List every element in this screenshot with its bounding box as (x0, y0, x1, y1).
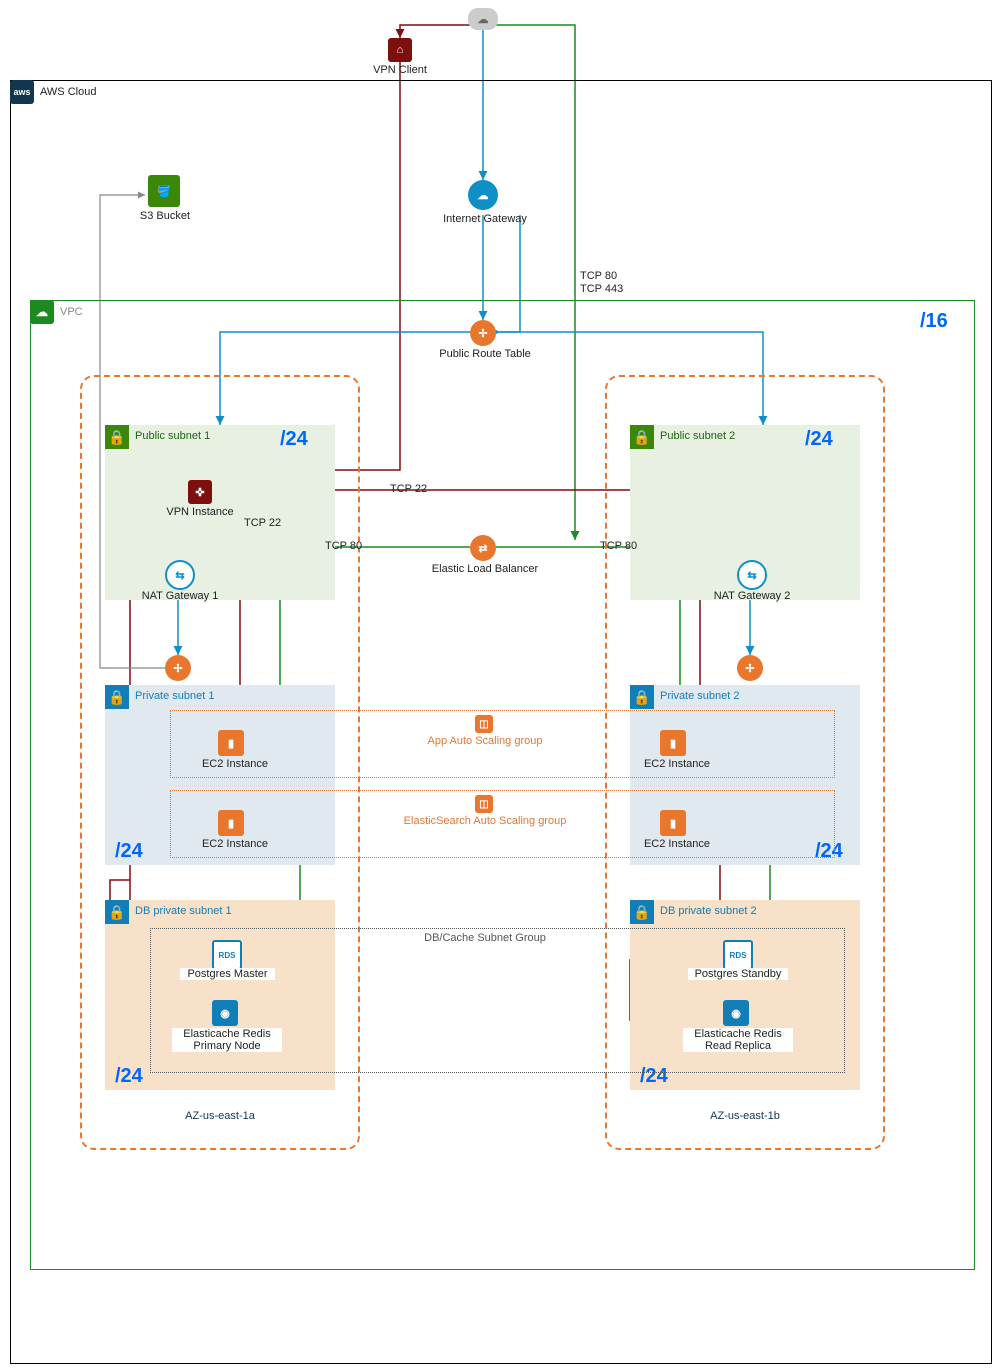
igw-port-80: TCP 80 (580, 270, 617, 282)
s3-label: S3 Bucket (135, 210, 195, 222)
vpn-client-icon: ⌂ (388, 38, 412, 62)
az2-ec2b-label: EC2 Instance (637, 838, 717, 850)
az2-redis-label: Elasticache Redis (683, 1028, 793, 1040)
lock-icon: 🔒 (105, 900, 129, 924)
ec2-icon: ▮ (660, 810, 686, 836)
az2-db-name: DB private subnet 2 (660, 905, 757, 917)
http-left: TCP 80 (325, 540, 362, 552)
elb-label: Elastic Load Balancer (425, 563, 545, 575)
redis-icon: ◉ (212, 1000, 238, 1026)
vpn-instance-label: VPN Instance (160, 506, 240, 518)
asg-icon: ◫ (475, 715, 493, 733)
az2-label: AZ-us-east-1b (645, 1110, 845, 1122)
az2-ec2a-label: EC2 Instance (637, 758, 717, 770)
route-table-label: Public Route Table (430, 348, 540, 360)
vpc-cidr: /16 (920, 310, 948, 333)
ssh-right: TCP 22 (390, 483, 427, 495)
az1-db-name: DB private subnet 1 (135, 905, 232, 917)
az1-private-cidr: /24 (115, 840, 143, 863)
route-table-icon: ✢ (470, 320, 496, 346)
aws-logo-icon: aws (10, 80, 34, 104)
router2-icon: ✢ (737, 655, 763, 681)
diagram-canvas: ☁ ⌂ VPN Client aws AWS Cloud 🪣 S3 Bucket… (0, 0, 1002, 1371)
lock-icon: 🔒 (630, 425, 654, 449)
ec2-icon: ▮ (218, 730, 244, 756)
az2-private-name: Private subnet 2 (660, 690, 740, 702)
nat1-label: NAT Gateway 1 (135, 590, 225, 602)
az2-public-name: Public subnet 2 (660, 430, 735, 442)
az1-db-cidr: /24 (115, 1065, 143, 1088)
vpn-instance-icon: ✜ (188, 480, 212, 504)
nat2-icon: ⇆ (737, 560, 767, 590)
az1-redis2-label: Primary Node (172, 1040, 282, 1052)
app-asg-label: App Auto Scaling group (420, 735, 550, 747)
elb-icon: ⇄ (470, 535, 496, 561)
ec2-icon: ▮ (660, 730, 686, 756)
vpc-label: VPC (60, 306, 83, 318)
az1-label: AZ-us-east-1a (120, 1110, 320, 1122)
vpn-client-label: VPN Client (370, 64, 430, 76)
az2-public-cidr: /24 (805, 428, 833, 451)
es-asg-label: ElasticSearch Auto Scaling group (400, 815, 570, 827)
ssh-left: TCP 22 (244, 517, 281, 529)
lock-icon: 🔒 (630, 900, 654, 924)
internet-cloud-icon: ☁ (468, 8, 498, 30)
az1-rds-label: Postgres Master (180, 968, 275, 980)
rds-icon: RDS (212, 940, 242, 970)
az1-public-name: Public subnet 1 (135, 430, 210, 442)
rds-icon: RDS (723, 940, 753, 970)
aws-cloud-label: AWS Cloud (40, 86, 96, 98)
ec2-icon: ▮ (218, 810, 244, 836)
az1-ec2a-label: EC2 Instance (195, 758, 275, 770)
igw-port-443: TCP 443 (580, 283, 623, 295)
lock-icon: 🔒 (105, 425, 129, 449)
router1-icon: ✢ (165, 655, 191, 681)
az2-redis2-label: Read Replica (683, 1040, 793, 1052)
igw-label: Internet Gateway (435, 213, 535, 225)
vpc-icon: ☁ (30, 300, 54, 324)
lock-icon: 🔒 (105, 685, 129, 709)
az1-public-cidr: /24 (280, 428, 308, 451)
lock-icon: 🔒 (630, 685, 654, 709)
az1-ec2b-label: EC2 Instance (195, 838, 275, 850)
nat1-icon: ⇆ (165, 560, 195, 590)
nat2-label: NAT Gateway 2 (707, 590, 797, 602)
igw-icon: ☁ (468, 180, 498, 210)
http-right: TCP 80 (600, 540, 637, 552)
az1-redis-label: Elasticache Redis (172, 1028, 282, 1040)
redis-icon: ◉ (723, 1000, 749, 1026)
subnet-group-label: DB/Cache Subnet Group (415, 932, 555, 944)
asg-icon: ◫ (475, 795, 493, 813)
az1-private-name: Private subnet 1 (135, 690, 215, 702)
s3-icon: 🪣 (148, 175, 180, 207)
az2-rds-label: Postgres Standby (688, 968, 788, 980)
